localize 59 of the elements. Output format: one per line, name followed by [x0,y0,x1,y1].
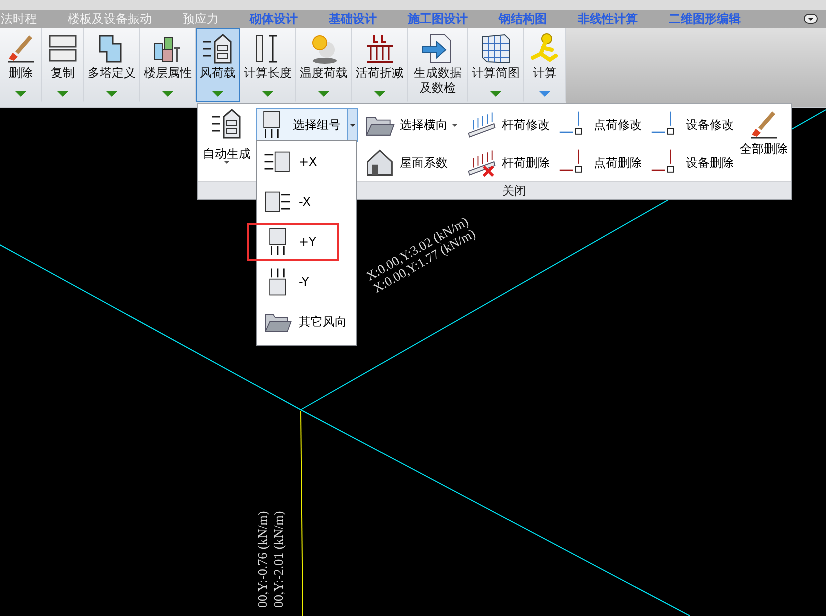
auto-generate-button[interactable]: 自动生成 [198,106,256,181]
ribbon-button-label: 楼层属性 [144,66,192,81]
folder-icon [366,117,395,136]
load-label: 00,Y:-0.76 (kN/m) [255,511,271,608]
direction-menu-item[interactable]: -X [261,185,351,219]
ribbon-options-button[interactable] [804,14,818,24]
house-icon [367,150,393,176]
direction-menu-item[interactable]: +Y [249,225,337,259]
ribbon-button-label: 复制 [51,66,75,81]
ribbon-button[interactable]: 生成数据及数检 [408,28,468,102]
panel-button[interactable]: 杆荷修改 [466,108,550,142]
direction-menu-item[interactable]: 其它风向 [261,305,351,339]
ribbon-button[interactable]: 温度荷载 [296,28,352,102]
caret-icon [224,161,230,164]
group-select-button[interactable]: 选择组号 [256,108,358,142]
ribbon-button-label: 生成数据及数检 [413,66,463,96]
panel-button[interactable]: 点荷修改 [558,108,642,142]
panel-button[interactable]: 选择横向 [364,108,458,142]
panel-button[interactable]: 设备删除 [650,146,734,180]
delete-all-button[interactable]: 全部删除 [738,106,790,181]
panel-button[interactable]: 设备修改 [650,108,734,142]
ribbon-button-label: 多塔定义 [88,66,136,81]
load-label: 00,Y:-2.01 (kN/m) [271,511,287,608]
ribbon-button[interactable]: 计算长度 [240,28,296,102]
copy-icon [49,35,77,62]
caret-icon [350,124,356,126]
ribbon-button[interactable]: 复制 [42,28,84,102]
brush-icon [8,36,34,63]
panel-footer-label: 关闭 [502,184,526,198]
run-icon [531,34,558,62]
panel-button[interactable]: 杆荷删除 [466,146,550,180]
bar-edit-icon [468,112,496,138]
ribbon-button-label: 活荷折减 [356,66,404,81]
folder-icon [264,314,292,332]
point-delete-icon [560,150,582,173]
ribbon-button[interactable]: 风荷载 [196,28,240,102]
auto-generate-label: 自动生成 [203,147,251,161]
ribbon-button[interactable]: 多塔定义 [84,28,140,102]
ribbon-button-label: 计算简图 [472,66,520,81]
wind-icon [202,34,232,64]
caret-icon [808,18,814,20]
delete-all-label: 全部删除 [740,142,788,156]
ribbon-button[interactable]: 活荷折减 [352,28,408,102]
panel-button[interactable]: 屋面系数 [364,146,458,180]
brush-icon [751,112,777,139]
point-delete-icon [652,150,674,173]
ribbon-button[interactable]: 计算简图 [468,28,524,102]
point-edit-icon [652,112,674,135]
ribbon-button-label: 计算长度 [244,66,292,81]
point-edit-icon [560,112,582,135]
panel-button[interactable]: 点荷删除 [558,146,642,180]
direction-menu-item[interactable]: +X [261,145,351,179]
direction-menu-item[interactable]: -Y [261,265,351,299]
ribbon-button-label: 风荷载 [200,66,236,81]
ribbon-button[interactable]: 删除 [0,28,42,102]
ribbon-button-label: 计算 [533,66,557,81]
ribbon-button-label: 删除 [9,66,33,81]
bar-delete-icon [468,150,496,178]
ribbon-button-label: 温度荷载 [300,66,348,81]
